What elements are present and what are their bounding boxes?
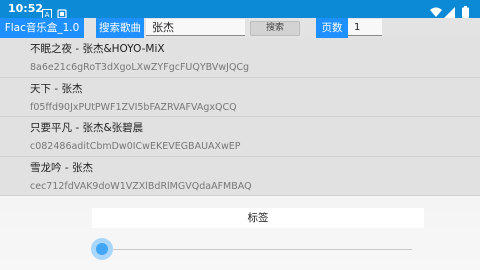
progress-slider-thumb[interactable] [96,243,108,255]
song-hash: 8a6e21c6gRoT3dXgoLXwZYFgcFUQYBVwJQCg [30,62,250,73]
page-input[interactable] [348,19,382,36]
list-item[interactable]: 雪龙吟 - 张杰 cec712fdVAK9doW1VZXlBdRlMGVQdaA… [0,157,480,196]
search-toolbar: Flac音乐盒_1.0 搜索歌曲 搜索 页数 [0,18,480,38]
tag-label: 标签 [247,212,269,224]
results-list[interactable]: 不眠之夜 - 张杰&HOYO-MiX 8a6e21c6gRoT3dXgoLXwZ… [0,38,480,196]
tag-box: 标签 [92,208,424,228]
song-title: 不眠之夜 - 张杰&HOYO-MiX [30,43,165,55]
progress-slider-track[interactable] [102,249,412,250]
app-title: Flac音乐盒_1.0 [0,18,84,38]
page-label: 页数 [316,18,348,38]
status-time: 10:52 [8,2,44,15]
song-title: 只要平凡 - 张杰&张碧晨 [30,122,144,134]
notification-a-icon: A [42,4,52,19]
song-title: 雪龙吟 - 张杰 [30,161,93,174]
song-hash: cec712fdVAK9doW1VZXlBdRlMGVQdaAFMBAQ [30,180,252,192]
status-bar: 10:52 A [0,0,480,19]
list-item[interactable]: 不眠之夜 - 张杰&HOYO-MiX 8a6e21c6gRoT3dXgoLXwZ… [0,38,480,78]
song-hash: c082486aditCbmDw0ICwEKEVEGBAUAXwEP [30,141,241,152]
list-item[interactable]: 只要平凡 - 张杰&张碧晨 c082486aditCbmDw0ICwEKEVEG… [0,117,480,157]
song-title: 天下 - 张杰 [30,82,83,95]
notification-b-icon [57,4,67,19]
search-label: 搜索歌曲 [96,18,144,38]
search-input[interactable] [146,19,245,36]
search-button[interactable]: 搜索 [250,21,300,36]
song-hash: f05ffd90JxPUtPWF1ZVI5bFAZRVAFVAgxQCQ [30,101,237,113]
list-item[interactable]: 天下 - 张杰 f05ffd90JxPUtPWF1ZVI5bFAZRVAFVAg… [0,78,480,117]
player-panel: 标签 [0,196,480,270]
